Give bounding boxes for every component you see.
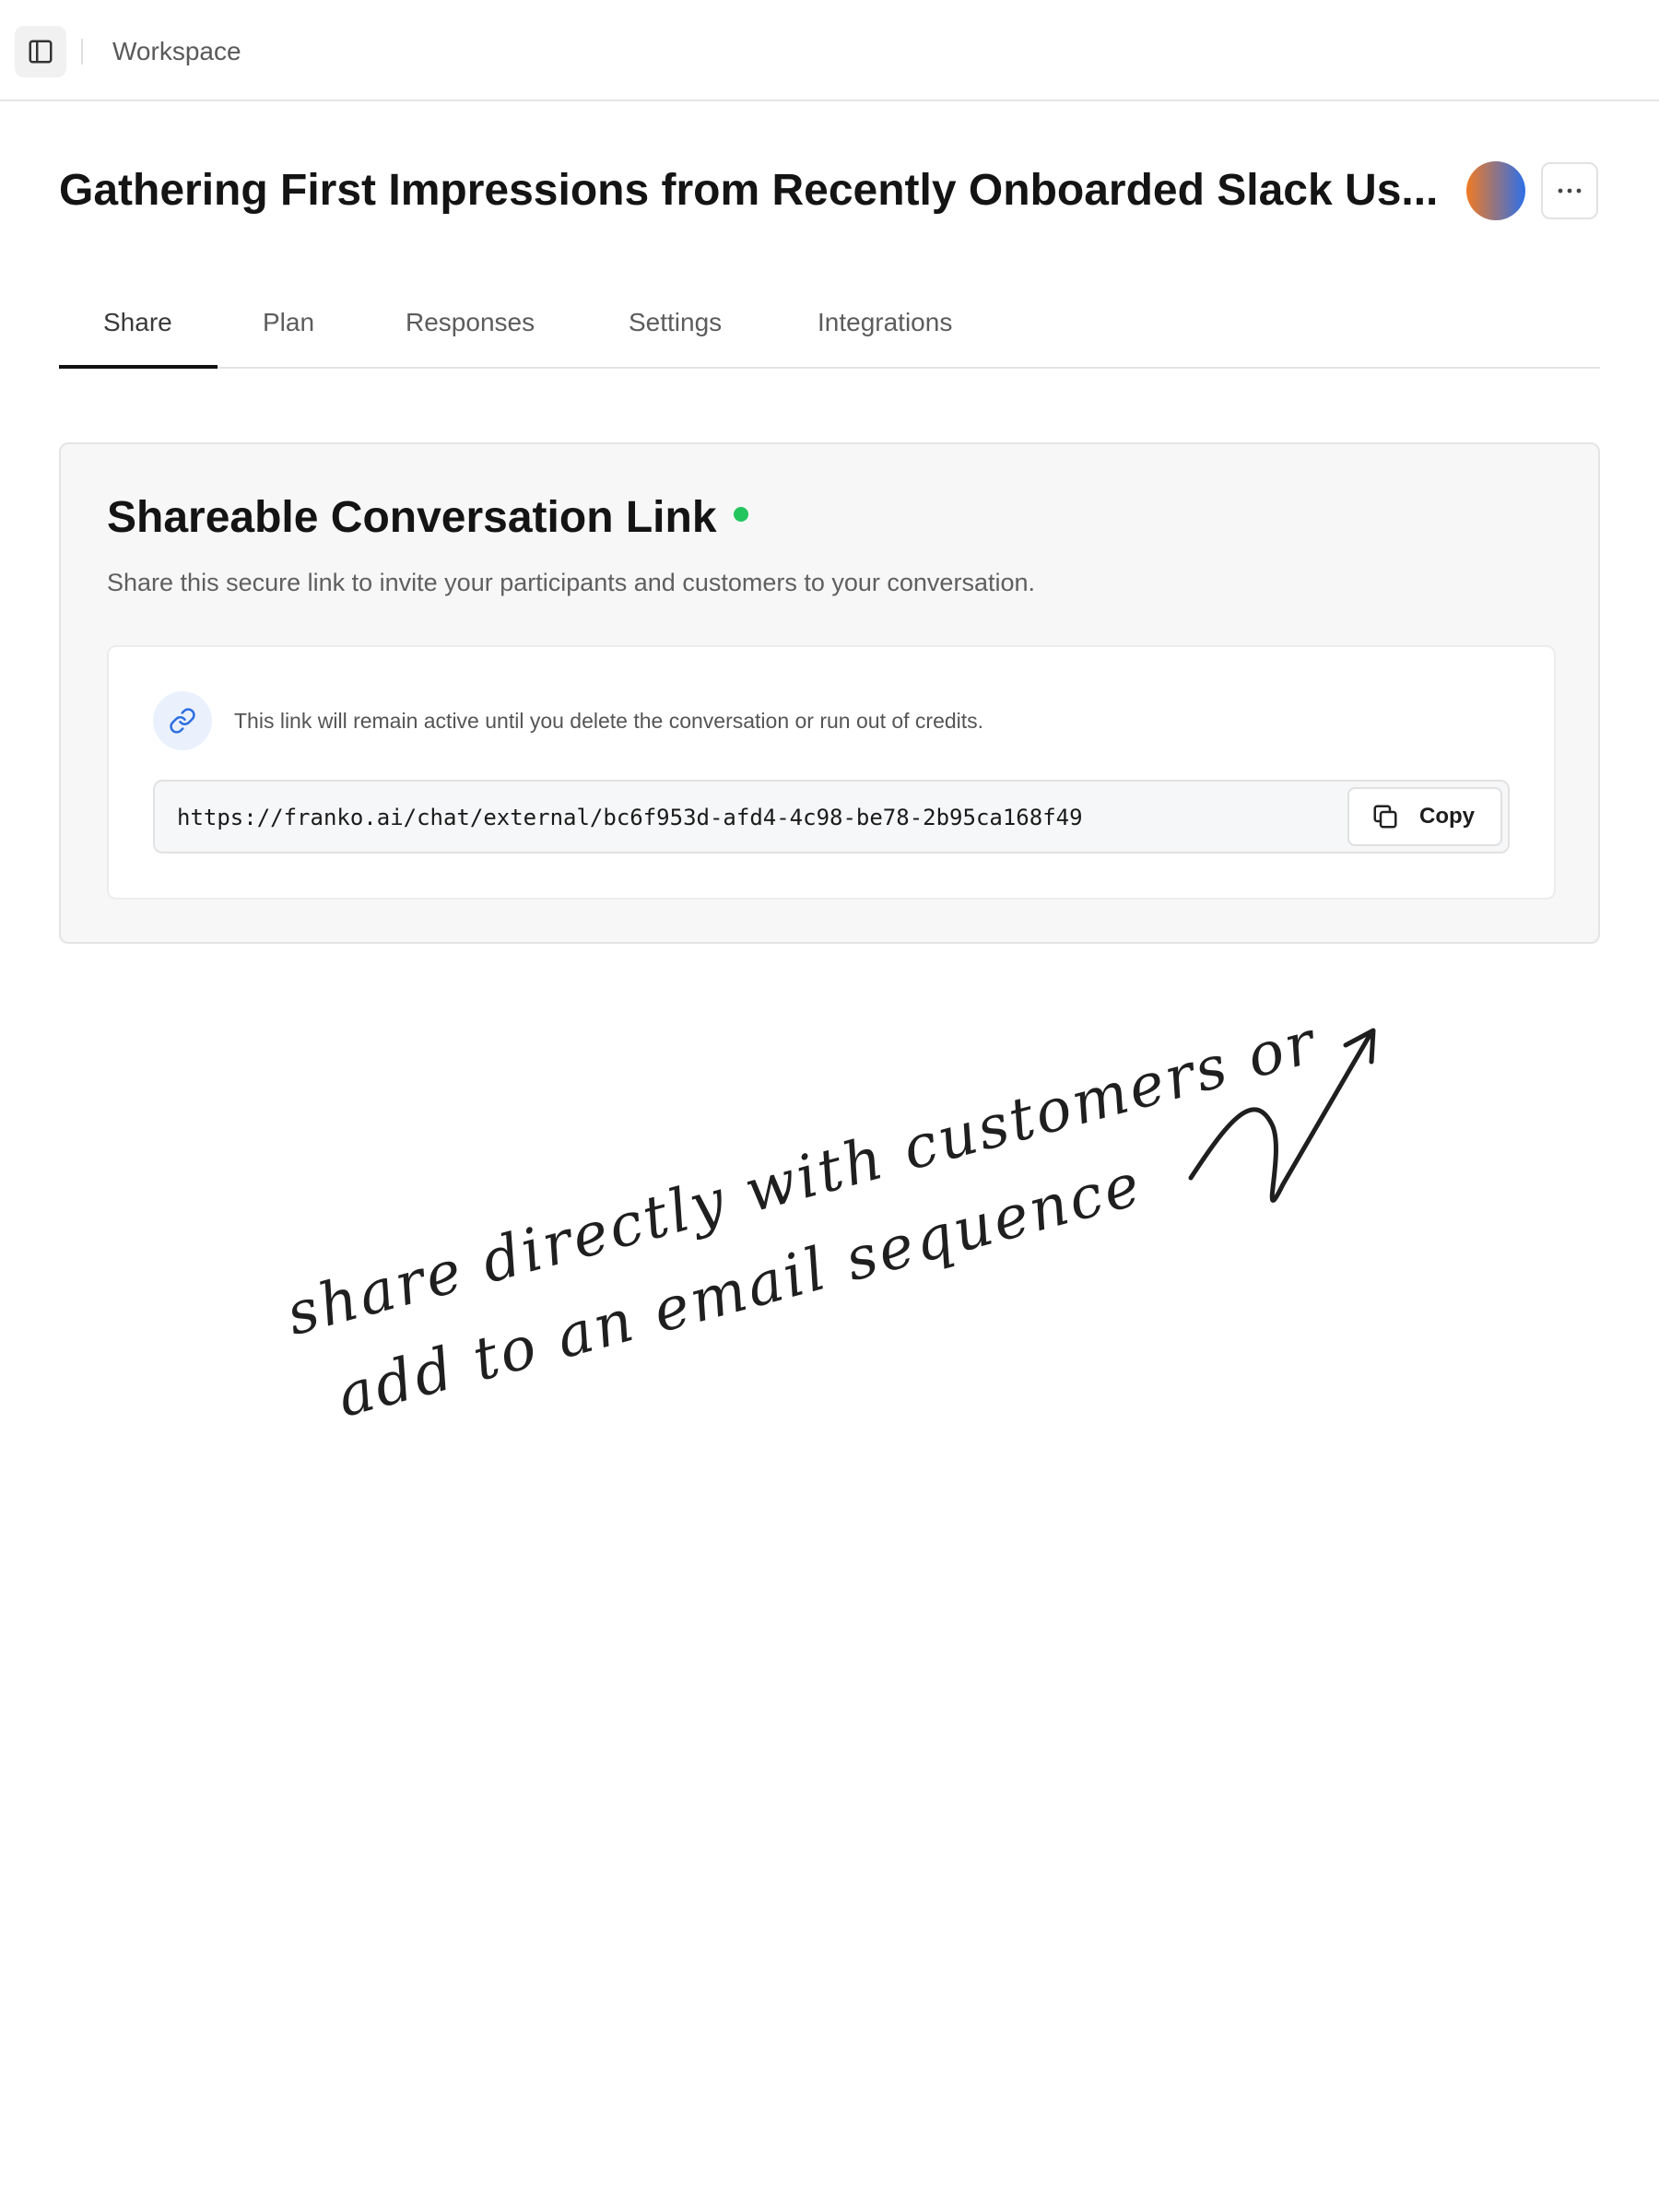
tab-bar: Share Plan Responses Settings Integratio… (59, 286, 1600, 369)
tab-share[interactable]: Share (103, 304, 172, 341)
shareable-link-card: Shareable Conversation Link Share this s… (59, 442, 1600, 944)
topbar-divider (81, 39, 83, 65)
share-url[interactable]: https://franko.ai/chat/external/bc6f953d… (177, 800, 1083, 835)
card-title-text: Shareable Conversation Link (107, 493, 717, 542)
link-icon (170, 708, 195, 734)
top-bar: Workspace (0, 0, 1659, 101)
avatar[interactable] (1466, 161, 1525, 220)
more-options-button[interactable] (1541, 162, 1598, 219)
copy-button[interactable]: Copy (1347, 787, 1502, 846)
page-title: Gathering First Impressions from Recentl… (59, 166, 1439, 215)
share-url-field[interactable]: https://franko.ai/chat/external/bc6f953d… (153, 780, 1510, 853)
status-dot (733, 507, 748, 523)
sidebar-toggle-button[interactable] (15, 26, 66, 77)
tab-responses[interactable]: Responses (406, 304, 535, 341)
card-description: Share this secure link to invite your pa… (107, 569, 1035, 596)
copy-icon (1373, 805, 1397, 829)
tab-plan[interactable]: Plan (263, 304, 314, 341)
card-title: Shareable Conversation Link (107, 490, 748, 546)
link-notice: This link will remain active until you d… (234, 709, 984, 733)
tab-settings[interactable]: Settings (629, 304, 722, 341)
link-panel: This link will remain active until you d… (107, 645, 1556, 900)
annotation-arrow (1188, 1028, 1376, 1203)
sidebar-toggle-icon (29, 40, 53, 64)
more-horizontal-icon (1558, 188, 1582, 194)
active-tab-indicator (59, 365, 218, 369)
tab-integrations[interactable]: Integrations (818, 304, 952, 341)
copy-button-label: Copy (1419, 804, 1475, 829)
link-icon-badge (153, 691, 212, 750)
breadcrumb-workspace[interactable]: Workspace (112, 33, 241, 70)
